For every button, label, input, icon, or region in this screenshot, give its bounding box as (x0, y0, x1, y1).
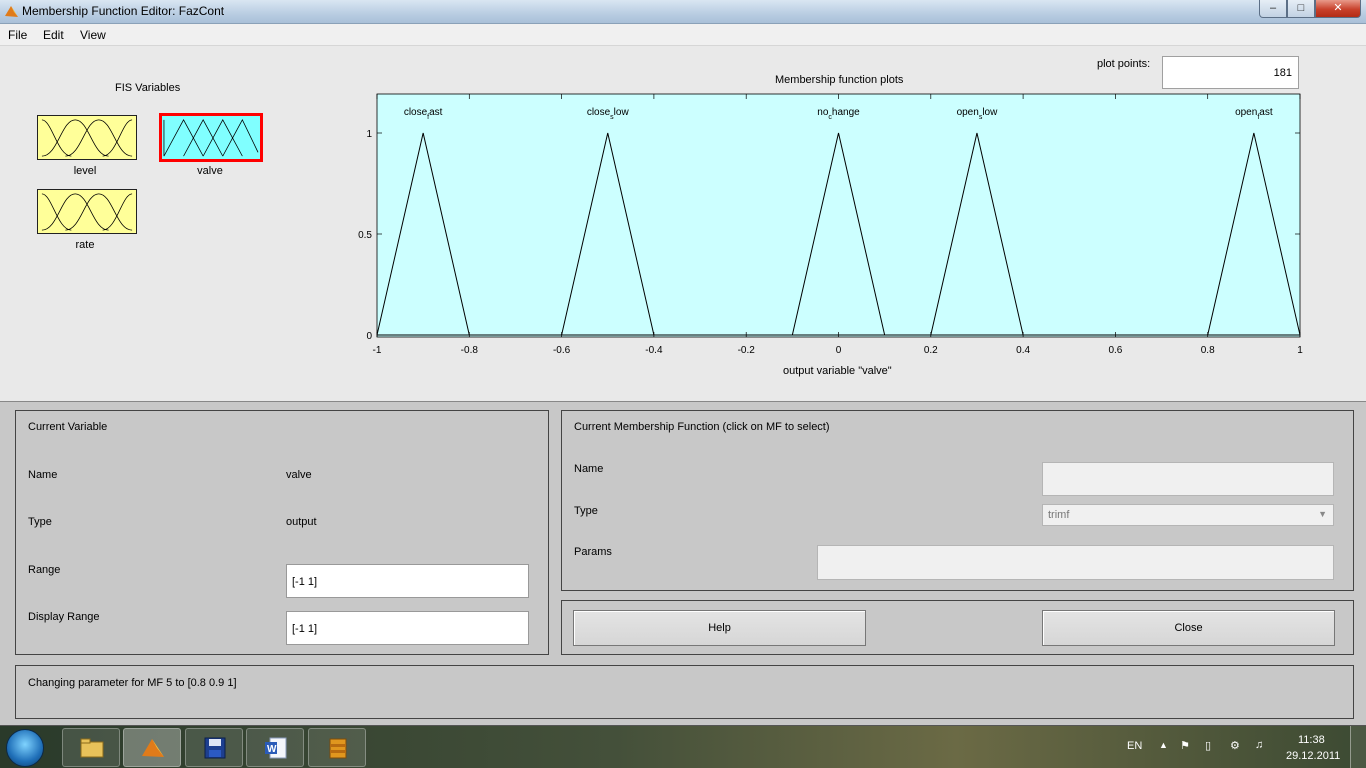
current-variable-panel: Current Variable Name valve Type output … (15, 410, 549, 655)
action-center-flag-icon[interactable]: ⚑ (1180, 739, 1190, 752)
volume-icon[interactable]: ♫ (1255, 739, 1263, 751)
minimize-button[interactable]: – (1259, 0, 1287, 18)
chevron-down-icon: ▼ (1318, 509, 1327, 519)
language-indicator[interactable]: EN (1127, 740, 1142, 752)
fis-variable-rate-label: rate (75, 239, 95, 251)
x-tick-label: -0.8 (461, 345, 479, 356)
display-range-input[interactable]: [-1 1] (286, 611, 529, 645)
x-tick-label: 0.8 (1201, 345, 1215, 356)
fis-variable-valve-label: valve (197, 165, 223, 177)
mf-type-select[interactable]: trimf ▼ (1042, 504, 1334, 526)
help-button[interactable]: Help (573, 610, 866, 646)
x-tick-label: -1 (373, 345, 382, 356)
mf-name-label: Name (574, 463, 604, 475)
y-tick-label: 0.5 (358, 230, 372, 241)
matlab-app-icon (5, 6, 18, 17)
y-tick-label: 0 (366, 331, 372, 342)
taskbar: W EN ▲ ⚑ ▯ ⚙ ♫ 11:38 29.12.2011 (0, 725, 1366, 768)
maximize-button[interactable]: □ (1287, 0, 1315, 18)
y-tick-label: 1 (366, 129, 372, 140)
x-tick-label: -0.6 (553, 345, 571, 356)
show-desktop-button[interactable] (1350, 726, 1366, 768)
x-tick-label: 1 (1297, 345, 1303, 356)
status-panel: Changing parameter for MF 5 to [0.8 0.9 … (15, 665, 1354, 719)
button-panel: Help Close (561, 600, 1354, 655)
taskbar-matlab[interactable] (123, 728, 181, 767)
title-bar: Membership Function Editor: FazCont – □ … (0, 0, 1366, 24)
x-tick-label: -0.2 (738, 345, 756, 356)
x-tick-label: 0 (836, 345, 842, 356)
range-input[interactable]: [-1 1] (286, 564, 529, 598)
fis-variable-rate[interactable] (37, 189, 137, 234)
current-mf-header: Current Membership Function (click on MF… (574, 421, 830, 433)
clock-time[interactable]: 11:38 (1298, 734, 1325, 746)
range-label: Range (28, 564, 61, 576)
current-mf-panel: Current Membership Function (click on MF… (561, 410, 1354, 591)
plot-area (376, 93, 1301, 338)
fis-variables-label: FIS Variables (115, 82, 181, 94)
menu-edit[interactable]: Edit (43, 28, 64, 42)
close-window-button[interactable]: ✕ (1315, 0, 1361, 18)
mf-type-value: trimf (1048, 509, 1070, 521)
display-range-label: Display Range (28, 611, 100, 623)
fis-variable-level[interactable] (37, 115, 137, 160)
fis-variable-valve[interactable] (159, 113, 263, 162)
output-mf-thumbnail-icon (163, 118, 259, 157)
word-icon: W (265, 737, 287, 759)
archive-icon (329, 738, 347, 759)
input-mf-thumbnail-icon (41, 119, 133, 157)
x-tick-label: 0.2 (924, 345, 938, 356)
taskbar-word[interactable]: W (246, 728, 304, 767)
membership-function-plot[interactable]: -1 -0.8 -0.6 -0.4 -0.2 0 0.2 0.4 0.6 0.8 100.51clo… (355, 92, 1315, 364)
variable-type-label: Type (28, 516, 52, 528)
x-tick-label: 0.6 (1108, 345, 1122, 356)
plot-points-label: plot points: (1097, 58, 1151, 70)
file-explorer-icon (80, 738, 104, 758)
fis-variable-level-label: level (73, 165, 97, 177)
variable-type-value: output (286, 516, 317, 528)
plot-points-input[interactable]: 181 (1162, 56, 1299, 89)
tray-expand-icon[interactable]: ▲ (1159, 740, 1168, 750)
mf-name-input[interactable] (1042, 462, 1334, 496)
window-title: Membership Function Editor: FazCont (22, 4, 225, 18)
variable-name-value: valve (286, 469, 312, 481)
input-mf-thumbnail-icon (41, 193, 133, 231)
menu-view[interactable]: View (80, 28, 106, 42)
x-tick-label: -0.4 (645, 345, 663, 356)
mf-params-input[interactable] (817, 545, 1334, 580)
plot-xlabel: output variable "valve" (783, 365, 892, 377)
matlab-icon (142, 739, 164, 757)
network-icon[interactable]: ⚙ (1230, 739, 1240, 752)
device-icon[interactable]: ▯ (1205, 739, 1211, 752)
menu-bar: File Edit View (0, 24, 1366, 46)
taskbar-file-explorer[interactable] (62, 728, 120, 767)
mf-type-label: Type (574, 505, 598, 517)
save-floppy-icon (204, 737, 226, 759)
clock-date[interactable]: 29.12.2011 (1286, 750, 1340, 762)
plot-title: Membership function plots (775, 74, 904, 86)
current-variable-header: Current Variable (28, 421, 108, 433)
x-tick-label: 0.4 (1016, 345, 1030, 356)
windows-start-icon[interactable] (6, 729, 44, 767)
taskbar-archive[interactable] (308, 728, 366, 767)
taskbar-save[interactable] (185, 728, 243, 767)
variable-name-label: Name (28, 469, 58, 481)
menu-file[interactable]: File (8, 28, 27, 42)
status-message: Changing parameter for MF 5 to [0.8 0.9 … (28, 677, 237, 689)
mf-params-label: Params (574, 546, 612, 558)
svg-text:W: W (267, 744, 277, 755)
close-button[interactable]: Close (1042, 610, 1335, 646)
